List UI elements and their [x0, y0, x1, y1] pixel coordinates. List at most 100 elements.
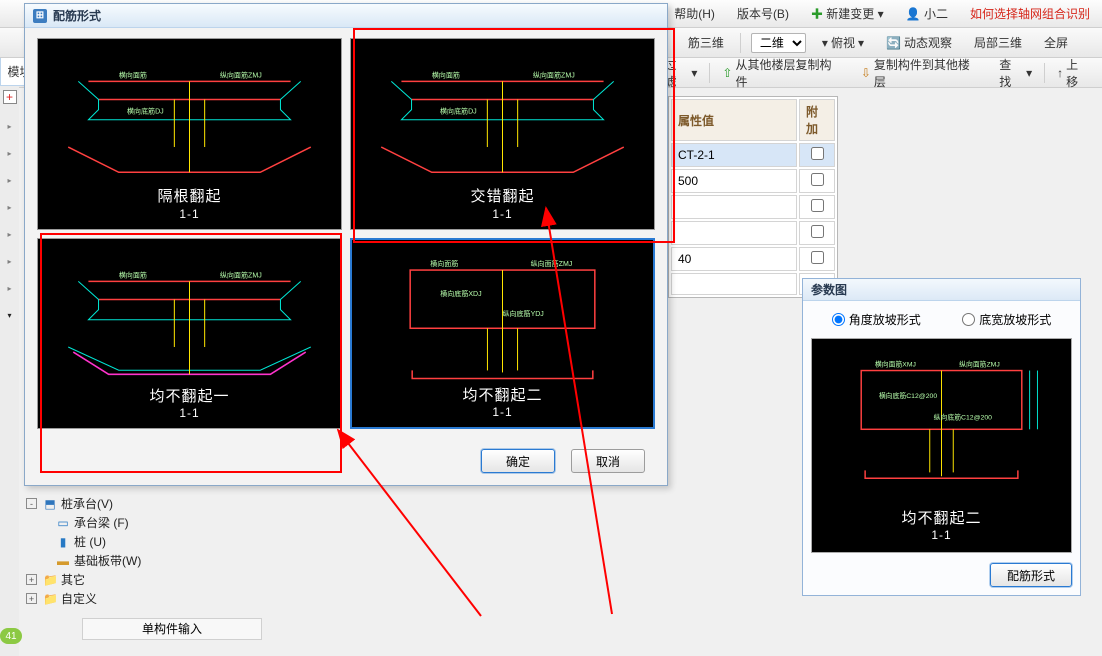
- svg-text:横向底筋DJ: 横向底筋DJ: [127, 107, 164, 116]
- parameter-diagram-panel: 参数图 角度放坡形式 底宽放坡形式 横向面筋XMJ 纵向面筋ZMJ 横向底筋C1…: [802, 278, 1081, 596]
- svg-text:纵向面筋ZMJ: 纵向面筋ZMJ: [220, 70, 262, 79]
- btn-copy-from-other[interactable]: ⇧ 从其他楼层复制构件: [716, 54, 848, 92]
- chevron-icon: ▸: [7, 257, 11, 266]
- prop-cell[interactable]: [671, 195, 797, 219]
- menu-help[interactable]: 帮助(H): [670, 5, 719, 22]
- pile-cap-icon: ⬒: [43, 497, 57, 511]
- svg-text:横向底筋DJ: 横向底筋DJ: [440, 107, 477, 116]
- chevron-icon: ▸: [7, 203, 11, 212]
- prop-checkbox[interactable]: [799, 195, 835, 219]
- param-panel-title[interactable]: 参数图: [803, 279, 1080, 301]
- chevron-icon: ▾: [7, 311, 11, 320]
- cad-thumbnail: 横向面筋 纵向面筋ZMJ: [48, 251, 331, 393]
- chevron-icon: ▸: [7, 176, 11, 185]
- svg-text:纵向面筋ZMJ: 纵向面筋ZMJ: [220, 270, 262, 279]
- page-badge: 41: [0, 628, 22, 644]
- param-preview[interactable]: 横向面筋XMJ 纵向面筋ZMJ 横向底筋C12@200 纵向底筋C12@200 …: [811, 338, 1072, 553]
- user-indicator[interactable]: 👤 小二: [902, 5, 952, 22]
- component-tree[interactable]: - ⬒ 桩承台(V) ▭ 承台梁 (F) ▮ 桩 (U) ▬ 基础板带(W) +…: [20, 486, 270, 616]
- svg-text:横向面筋: 横向面筋: [119, 270, 147, 279]
- single-component-input-tab[interactable]: 单构件输入: [82, 618, 262, 640]
- left-gutter: + ▸ ▸ ▸ ▸ ▸ ▸ ▸ ▾: [0, 86, 19, 656]
- svg-text:纵向面筋ZMJ: 纵向面筋ZMJ: [959, 360, 1000, 369]
- tree-item-stripfound[interactable]: ▬ 基础板带(W): [26, 551, 264, 570]
- option-subtitle: 1-1: [157, 207, 221, 223]
- svg-text:横向面筋: 横向面筋: [432, 70, 460, 79]
- prop-cell[interactable]: 40: [671, 247, 797, 271]
- option-no-lift-2[interactable]: 横向面筋 纵向面筋ZMJ 横向底筋XDJ 纵向底筋YDJ 均不翻起二 1-1: [350, 238, 655, 430]
- menu-version[interactable]: 版本号(B): [733, 5, 793, 22]
- option-no-lift-1[interactable]: 横向面筋 纵向面筋ZMJ 均不翻起一 1-1: [37, 238, 342, 430]
- radio-angle-slope[interactable]: 角度放坡形式: [832, 311, 921, 328]
- property-grid[interactable]: 属性值 附加 CT-2-1 500 40: [668, 96, 838, 298]
- btn-dynamicview[interactable]: 🔄 动态观察: [880, 32, 958, 53]
- option-subtitle: 1-1: [470, 207, 534, 223]
- cancel-button[interactable]: 取消: [571, 449, 645, 473]
- folder-icon: 📁: [43, 573, 57, 587]
- btn-rebar3d[interactable]: 筋三维: [682, 32, 730, 53]
- dimension-combo[interactable]: 二维: [751, 33, 806, 53]
- cad-preview-drawing: 横向面筋XMJ 纵向面筋ZMJ 横向底筋C12@200 纵向底筋C12@200: [824, 349, 1059, 496]
- svg-text:横向面筋: 横向面筋: [119, 70, 147, 79]
- cad-thumbnail: 横向面筋 纵向面筋ZMJ 横向底筋DJ: [48, 51, 331, 193]
- cad-thumbnail: 横向面筋 纵向面筋ZMJ 横向底筋XDJ 纵向底筋YDJ: [362, 252, 643, 393]
- chevron-icon: ▸: [7, 284, 11, 293]
- beam-icon: ▭: [56, 516, 70, 530]
- pile-icon: ▮: [56, 535, 70, 549]
- tree-expand-icon[interactable]: +: [26, 574, 37, 585]
- chevron-icon: ▸: [7, 149, 11, 158]
- col-value-header: 属性值: [671, 99, 797, 141]
- btn-copy-to-other[interactable]: ⇩ 复制构件到其他楼层: [855, 54, 987, 92]
- prop-checkbox[interactable]: [799, 221, 835, 245]
- prop-cell[interactable]: [671, 273, 797, 295]
- rebar-form-dialog: ⊞ 配筋形式 横向面筋 纵向面筋ZMJ 横向底筋DJ 隔根翻起 1-1: [24, 3, 668, 486]
- tree-item-other[interactable]: + 📁 其它: [26, 570, 264, 589]
- svg-text:纵向底筋YDJ: 纵向底筋YDJ: [503, 309, 544, 318]
- link-how-to-axis[interactable]: 如何选择轴网组合识别: [966, 5, 1094, 22]
- svg-text:横向底筋C12@200: 横向底筋C12@200: [879, 391, 937, 400]
- dialog-icon: ⊞: [33, 9, 47, 23]
- ok-button[interactable]: 确定: [481, 449, 555, 473]
- btn-find[interactable]: 查找 ▾: [993, 54, 1038, 92]
- folder-icon: 📁: [43, 592, 57, 606]
- btn-move-up[interactable]: ↑ 上移: [1051, 54, 1096, 92]
- chevron-icon: ▸: [7, 122, 11, 131]
- dialog-title-text: 配筋形式: [53, 7, 101, 24]
- tree-expand-icon[interactable]: +: [26, 593, 37, 604]
- option-stagger-lift[interactable]: 横向面筋 纵向面筋ZMJ 横向底筋DJ 交错翻起 1-1: [350, 38, 655, 230]
- rebar-form-button[interactable]: 配筋形式: [990, 563, 1072, 587]
- menu-newchange[interactable]: ✚ 新建变更 ▾: [807, 5, 888, 22]
- option-subtitle: 1-1: [149, 406, 229, 422]
- prop-checkbox[interactable]: [799, 247, 835, 271]
- prop-cell[interactable]: [671, 221, 797, 245]
- dialog-titlebar[interactable]: ⊞ 配筋形式: [25, 4, 667, 28]
- option-subtitle: 1-1: [462, 405, 542, 421]
- prop-cell[interactable]: CT-2-1: [671, 143, 797, 167]
- preview-title: 均不翻起二: [901, 510, 981, 527]
- btn-local3d[interactable]: 局部三维: [968, 32, 1028, 53]
- cad-thumbnail: 横向面筋 纵向面筋ZMJ 横向底筋DJ: [361, 51, 644, 193]
- prop-checkbox[interactable]: [799, 169, 835, 193]
- svg-text:横向底筋XDJ: 横向底筋XDJ: [440, 289, 481, 298]
- svg-text:纵向面筋ZMJ: 纵向面筋ZMJ: [533, 70, 575, 79]
- strip-icon: ▬: [56, 554, 70, 568]
- prop-checkbox[interactable]: [799, 143, 835, 167]
- tree-item-capbeam[interactable]: ▭ 承台梁 (F): [26, 513, 264, 532]
- tree-collapse-icon[interactable]: -: [26, 498, 37, 509]
- tree-item-custom[interactable]: + 📁 自定义: [26, 589, 264, 608]
- prop-cell[interactable]: 500: [671, 169, 797, 193]
- tree-item-pilecap[interactable]: - ⬒ 桩承台(V): [26, 494, 264, 513]
- chevron-icon: ▸: [7, 230, 11, 239]
- add-icon[interactable]: +: [3, 90, 17, 104]
- btn-fullscreen[interactable]: 全屏: [1038, 32, 1074, 53]
- tree-item-pile[interactable]: ▮ 桩 (U): [26, 532, 264, 551]
- option-alternate-lift[interactable]: 横向面筋 纵向面筋ZMJ 横向底筋DJ 隔根翻起 1-1: [37, 38, 342, 230]
- svg-text:横向面筋: 横向面筋: [430, 259, 458, 268]
- btn-overview[interactable]: ▾ 俯视 ▾: [816, 32, 870, 53]
- svg-text:纵向底筋C12@200: 纵向底筋C12@200: [934, 413, 992, 422]
- radio-width-slope[interactable]: 底宽放坡形式: [962, 311, 1051, 328]
- svg-text:纵向面筋ZMJ: 纵向面筋ZMJ: [531, 259, 573, 268]
- col-extra-header: 附加: [799, 99, 835, 141]
- svg-text:横向面筋XMJ: 横向面筋XMJ: [875, 360, 916, 369]
- preview-subtitle: 1-1: [901, 528, 981, 544]
